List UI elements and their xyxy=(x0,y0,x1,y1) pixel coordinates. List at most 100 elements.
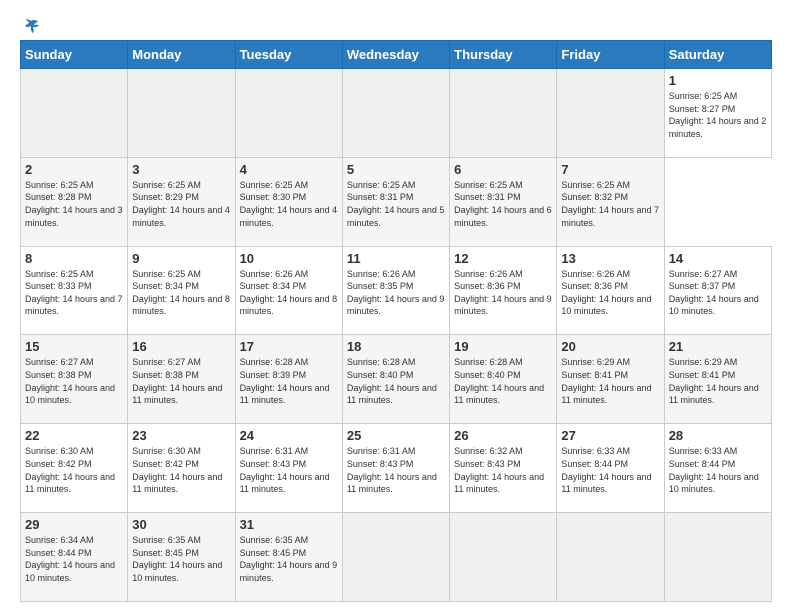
day-number: 25 xyxy=(347,428,445,443)
calendar-day-19: 19 Sunrise: 6:28 AM Sunset: 8:40 PM Dayl… xyxy=(450,335,557,424)
day-info: Sunrise: 6:31 AM Sunset: 8:43 PM Dayligh… xyxy=(347,445,445,495)
calendar-week-3: 8 Sunrise: 6:25 AM Sunset: 8:33 PM Dayli… xyxy=(21,246,772,335)
day-info: Sunrise: 6:31 AM Sunset: 8:43 PM Dayligh… xyxy=(240,445,338,495)
day-number: 21 xyxy=(669,339,767,354)
calendar-week-5: 22 Sunrise: 6:30 AM Sunset: 8:42 PM Dayl… xyxy=(21,424,772,513)
calendar-day-27: 27 Sunrise: 6:33 AM Sunset: 8:44 PM Dayl… xyxy=(557,424,664,513)
day-info: Sunrise: 6:28 AM Sunset: 8:39 PM Dayligh… xyxy=(240,356,338,406)
calendar-day-20: 20 Sunrise: 6:29 AM Sunset: 8:41 PM Dayl… xyxy=(557,335,664,424)
calendar-day-30: 30 Sunrise: 6:35 AM Sunset: 8:45 PM Dayl… xyxy=(128,513,235,602)
page: SundayMondayTuesdayWednesdayThursdayFrid… xyxy=(0,0,792,612)
day-number: 20 xyxy=(561,339,659,354)
day-info: Sunrise: 6:25 AM Sunset: 8:29 PM Dayligh… xyxy=(132,179,230,229)
calendar-day-21: 21 Sunrise: 6:29 AM Sunset: 8:41 PM Dayl… xyxy=(664,335,771,424)
calendar-empty-cell xyxy=(557,69,664,158)
day-number: 9 xyxy=(132,251,230,266)
day-info: Sunrise: 6:29 AM Sunset: 8:41 PM Dayligh… xyxy=(669,356,767,406)
day-info: Sunrise: 6:27 AM Sunset: 8:38 PM Dayligh… xyxy=(25,356,123,406)
day-info: Sunrise: 6:26 AM Sunset: 8:36 PM Dayligh… xyxy=(561,268,659,318)
calendar-day-29: 29 Sunrise: 6:34 AM Sunset: 8:44 PM Dayl… xyxy=(21,513,128,602)
calendar-day-9: 9 Sunrise: 6:25 AM Sunset: 8:34 PM Dayli… xyxy=(128,246,235,335)
day-info: Sunrise: 6:35 AM Sunset: 8:45 PM Dayligh… xyxy=(240,534,338,584)
day-number: 8 xyxy=(25,251,123,266)
calendar-day-8: 8 Sunrise: 6:25 AM Sunset: 8:33 PM Dayli… xyxy=(21,246,128,335)
day-number: 15 xyxy=(25,339,123,354)
logo-bird-icon xyxy=(22,18,40,36)
day-number: 26 xyxy=(454,428,552,443)
calendar-empty-cell xyxy=(557,513,664,602)
calendar-day-7: 7 Sunrise: 6:25 AM Sunset: 8:32 PM Dayli… xyxy=(557,157,664,246)
day-number: 5 xyxy=(347,162,445,177)
day-number: 1 xyxy=(669,73,767,88)
day-info: Sunrise: 6:30 AM Sunset: 8:42 PM Dayligh… xyxy=(132,445,230,495)
calendar-day-15: 15 Sunrise: 6:27 AM Sunset: 8:38 PM Dayl… xyxy=(21,335,128,424)
calendar-day-4: 4 Sunrise: 6:25 AM Sunset: 8:30 PM Dayli… xyxy=(235,157,342,246)
day-number: 3 xyxy=(132,162,230,177)
day-number: 23 xyxy=(132,428,230,443)
day-info: Sunrise: 6:27 AM Sunset: 8:38 PM Dayligh… xyxy=(132,356,230,406)
calendar-day-18: 18 Sunrise: 6:28 AM Sunset: 8:40 PM Dayl… xyxy=(342,335,449,424)
calendar-day-2: 2 Sunrise: 6:25 AM Sunset: 8:28 PM Dayli… xyxy=(21,157,128,246)
day-number: 27 xyxy=(561,428,659,443)
day-number: 24 xyxy=(240,428,338,443)
calendar-day-14: 14 Sunrise: 6:27 AM Sunset: 8:37 PM Dayl… xyxy=(664,246,771,335)
day-number: 4 xyxy=(240,162,338,177)
calendar-header-saturday: Saturday xyxy=(664,41,771,69)
day-info: Sunrise: 6:25 AM Sunset: 8:31 PM Dayligh… xyxy=(347,179,445,229)
day-number: 6 xyxy=(454,162,552,177)
header xyxy=(20,18,772,32)
calendar-week-4: 15 Sunrise: 6:27 AM Sunset: 8:38 PM Dayl… xyxy=(21,335,772,424)
calendar-empty-cell xyxy=(450,513,557,602)
calendar-day-17: 17 Sunrise: 6:28 AM Sunset: 8:39 PM Dayl… xyxy=(235,335,342,424)
logo xyxy=(20,18,40,32)
day-info: Sunrise: 6:33 AM Sunset: 8:44 PM Dayligh… xyxy=(669,445,767,495)
calendar-day-5: 5 Sunrise: 6:25 AM Sunset: 8:31 PM Dayli… xyxy=(342,157,449,246)
calendar-table: SundayMondayTuesdayWednesdayThursdayFrid… xyxy=(20,40,772,602)
day-number: 2 xyxy=(25,162,123,177)
calendar-day-31: 31 Sunrise: 6:35 AM Sunset: 8:45 PM Dayl… xyxy=(235,513,342,602)
calendar-day-22: 22 Sunrise: 6:30 AM Sunset: 8:42 PM Dayl… xyxy=(21,424,128,513)
calendar-week-1: 1 Sunrise: 6:25 AM Sunset: 8:27 PM Dayli… xyxy=(21,69,772,158)
calendar-day-12: 12 Sunrise: 6:26 AM Sunset: 8:36 PM Dayl… xyxy=(450,246,557,335)
calendar-day-11: 11 Sunrise: 6:26 AM Sunset: 8:35 PM Dayl… xyxy=(342,246,449,335)
calendar-day-26: 26 Sunrise: 6:32 AM Sunset: 8:43 PM Dayl… xyxy=(450,424,557,513)
day-info: Sunrise: 6:25 AM Sunset: 8:27 PM Dayligh… xyxy=(669,90,767,140)
day-info: Sunrise: 6:34 AM Sunset: 8:44 PM Dayligh… xyxy=(25,534,123,584)
calendar-day-3: 3 Sunrise: 6:25 AM Sunset: 8:29 PM Dayli… xyxy=(128,157,235,246)
day-info: Sunrise: 6:28 AM Sunset: 8:40 PM Dayligh… xyxy=(347,356,445,406)
calendar-empty-cell xyxy=(342,513,449,602)
calendar-header-wednesday: Wednesday xyxy=(342,41,449,69)
calendar-day-16: 16 Sunrise: 6:27 AM Sunset: 8:38 PM Dayl… xyxy=(128,335,235,424)
calendar-day-13: 13 Sunrise: 6:26 AM Sunset: 8:36 PM Dayl… xyxy=(557,246,664,335)
day-info: Sunrise: 6:26 AM Sunset: 8:36 PM Dayligh… xyxy=(454,268,552,318)
calendar-header-friday: Friday xyxy=(557,41,664,69)
day-number: 14 xyxy=(669,251,767,266)
day-info: Sunrise: 6:29 AM Sunset: 8:41 PM Dayligh… xyxy=(561,356,659,406)
calendar-empty-cell xyxy=(450,69,557,158)
day-info: Sunrise: 6:35 AM Sunset: 8:45 PM Dayligh… xyxy=(132,534,230,584)
day-number: 22 xyxy=(25,428,123,443)
calendar-day-6: 6 Sunrise: 6:25 AM Sunset: 8:31 PM Dayli… xyxy=(450,157,557,246)
calendar-header-thursday: Thursday xyxy=(450,41,557,69)
calendar-empty-cell xyxy=(342,69,449,158)
calendar-empty-cell xyxy=(21,69,128,158)
day-info: Sunrise: 6:33 AM Sunset: 8:44 PM Dayligh… xyxy=(561,445,659,495)
day-info: Sunrise: 6:25 AM Sunset: 8:32 PM Dayligh… xyxy=(561,179,659,229)
calendar-day-10: 10 Sunrise: 6:26 AM Sunset: 8:34 PM Dayl… xyxy=(235,246,342,335)
day-info: Sunrise: 6:27 AM Sunset: 8:37 PM Dayligh… xyxy=(669,268,767,318)
calendar-header-row: SundayMondayTuesdayWednesdayThursdayFrid… xyxy=(21,41,772,69)
day-number: 16 xyxy=(132,339,230,354)
calendar-day-24: 24 Sunrise: 6:31 AM Sunset: 8:43 PM Dayl… xyxy=(235,424,342,513)
day-number: 11 xyxy=(347,251,445,266)
day-info: Sunrise: 6:28 AM Sunset: 8:40 PM Dayligh… xyxy=(454,356,552,406)
day-number: 10 xyxy=(240,251,338,266)
calendar-day-1: 1 Sunrise: 6:25 AM Sunset: 8:27 PM Dayli… xyxy=(664,69,771,158)
day-info: Sunrise: 6:30 AM Sunset: 8:42 PM Dayligh… xyxy=(25,445,123,495)
calendar-header-tuesday: Tuesday xyxy=(235,41,342,69)
day-number: 19 xyxy=(454,339,552,354)
calendar-header-monday: Monday xyxy=(128,41,235,69)
day-number: 7 xyxy=(561,162,659,177)
day-info: Sunrise: 6:32 AM Sunset: 8:43 PM Dayligh… xyxy=(454,445,552,495)
day-number: 17 xyxy=(240,339,338,354)
day-number: 28 xyxy=(669,428,767,443)
